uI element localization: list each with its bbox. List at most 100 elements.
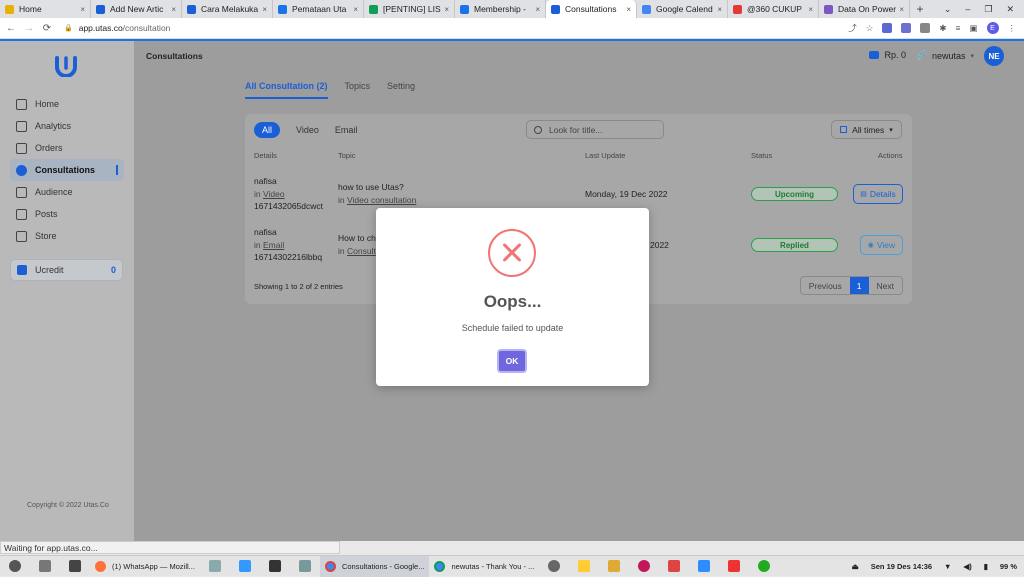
- column-header: Last Update: [585, 151, 626, 160]
- minimize-button[interactable]: –: [965, 4, 970, 14]
- details-button[interactable]: ▤ Details: [853, 184, 903, 204]
- extension-icon[interactable]: [882, 23, 893, 33]
- terminal-icon[interactable]: [268, 560, 281, 572]
- close-icon[interactable]: ×: [171, 5, 176, 14]
- browser-tab[interactable]: Cara Melakuka ×: [182, 0, 273, 18]
- close-icon[interactable]: ×: [535, 5, 540, 14]
- menu-kebab-icon[interactable]: ⋮: [1008, 23, 1017, 34]
- files-icon[interactable]: [69, 560, 81, 572]
- close-icon[interactable]: ×: [444, 5, 449, 14]
- sidebar-item-label: Home: [35, 99, 60, 109]
- bookmark-star-icon[interactable]: ☆: [866, 23, 874, 34]
- close-icon[interactable]: ×: [717, 5, 722, 14]
- search-input[interactable]: Look for title...: [526, 120, 664, 139]
- channel-link[interactable]: Email: [263, 240, 284, 250]
- text-editor-icon[interactable]: [578, 560, 591, 572]
- filter-all[interactable]: All: [254, 122, 281, 138]
- browser-tab[interactable]: @360 CUKUP ×: [728, 0, 819, 18]
- side-panel-icon[interactable]: ▣: [969, 23, 977, 34]
- sidebar-item-home[interactable]: Home: [10, 93, 124, 115]
- tab-topics[interactable]: Topics: [345, 81, 371, 99]
- taskbar-task-whatsapp[interactable]: (1) WhatsApp — Mozill...: [90, 556, 200, 577]
- sidebar-item-label: Consultations: [35, 165, 95, 175]
- wallet-balance[interactable]: Rp. 0: [869, 50, 906, 60]
- filter-email[interactable]: Email: [335, 125, 358, 135]
- app-icon[interactable]: [638, 560, 651, 572]
- close-icon[interactable]: ×: [80, 5, 85, 14]
- avatar[interactable]: NE: [984, 46, 1004, 66]
- anydesk-icon[interactable]: [728, 560, 741, 572]
- consultation-id: 1671432065dcwct: [254, 201, 324, 211]
- media-icon[interactable]: ≡: [956, 23, 961, 33]
- filter-video[interactable]: Video: [296, 125, 319, 135]
- new-tab-button[interactable]: +: [910, 0, 930, 18]
- clock[interactable]: Sen 19 Des 14:36: [871, 562, 932, 571]
- close-icon[interactable]: ×: [353, 5, 358, 14]
- taskbar-task-newutas[interactable]: newutas - Thank You - ...: [429, 556, 539, 577]
- topic-channel-link[interactable]: Video consultation: [347, 195, 416, 205]
- ok-button[interactable]: OK: [497, 349, 527, 373]
- apps-grid-icon[interactable]: [39, 560, 51, 572]
- headphones-icon[interactable]: [668, 560, 681, 572]
- battery-icon[interactable]: ▮: [984, 562, 988, 571]
- sidebar-item-store[interactable]: Store: [10, 225, 124, 247]
- user-menu[interactable]: 🔗 newutas ▾: [916, 50, 974, 61]
- sidebar-item-orders[interactable]: Orders: [10, 137, 124, 159]
- topic-channel-link[interactable]: Consult: [347, 246, 376, 256]
- browser-tab[interactable]: Google Calend ×: [637, 0, 728, 18]
- search-placeholder: Look for title...: [549, 124, 603, 135]
- url-field[interactable]: 🔒 app.utas.co/consultation: [64, 21, 848, 36]
- sidebar-item-consultations[interactable]: Consultations: [10, 159, 124, 181]
- time-filter-dropdown[interactable]: All times ▾: [831, 120, 902, 139]
- volume-icon[interactable]: ◀): [963, 562, 971, 571]
- back-icon[interactable]: ←: [4, 23, 18, 34]
- eject-icon[interactable]: ⏏: [852, 562, 859, 571]
- browser-tab[interactable]: Membership - ×: [455, 0, 546, 18]
- browser-tab[interactable]: Consultations ×: [546, 0, 637, 18]
- browser-tab[interactable]: Home ×: [0, 0, 91, 18]
- puzzle-icon[interactable]: ✱: [939, 23, 946, 34]
- zoom-icon[interactable]: [698, 560, 711, 572]
- extension-icon[interactable]: [920, 23, 931, 33]
- ucredit-card[interactable]: Ucredit 0: [10, 259, 123, 281]
- next-page-button[interactable]: Next: [869, 277, 902, 294]
- profile-avatar[interactable]: E: [986, 22, 999, 34]
- tab-setting[interactable]: Setting: [387, 81, 415, 99]
- sidebar-item-posts[interactable]: Posts: [10, 203, 124, 225]
- archive-icon[interactable]: [608, 560, 621, 572]
- maximize-button[interactable]: ❐: [984, 4, 992, 15]
- system-menu-icon[interactable]: [9, 560, 21, 572]
- screenshot-icon[interactable]: [238, 560, 251, 572]
- image-viewer-icon[interactable]: [298, 560, 311, 572]
- lock-icon[interactable]: 🔒: [64, 24, 73, 32]
- view-button[interactable]: ◉ View: [860, 235, 903, 255]
- close-icon[interactable]: ×: [808, 5, 813, 14]
- forward-icon[interactable]: →: [22, 23, 36, 34]
- close-icon[interactable]: ×: [262, 5, 267, 14]
- channel-link[interactable]: Video: [263, 189, 285, 199]
- close-icon[interactable]: ×: [899, 5, 904, 14]
- browser-tab[interactable]: Pemataan Uta ×: [273, 0, 364, 18]
- browser-tab[interactable]: Add New Artic ×: [91, 0, 182, 18]
- browser-tab[interactable]: Data On Power ×: [819, 0, 910, 18]
- sidebar-item-audience[interactable]: Audience: [10, 181, 124, 203]
- taskbar-task-consultations[interactable]: Consultations - Google...: [319, 555, 430, 577]
- file-manager-icon[interactable]: [208, 560, 221, 572]
- sidebar-item-analytics[interactable]: Analytics: [10, 115, 124, 137]
- wifi-icon[interactable]: ▼: [944, 562, 951, 571]
- browser-tab[interactable]: [PENTING] LIS ×: [364, 0, 455, 18]
- tab-all-consultation[interactable]: All Consultation (2): [245, 81, 328, 99]
- app-icon[interactable]: [758, 560, 771, 572]
- close-window-button[interactable]: ✕: [1006, 4, 1014, 15]
- reload-icon[interactable]: ⟳: [40, 23, 54, 34]
- tab-search-icon[interactable]: ⌄: [944, 4, 952, 15]
- extension-icon[interactable]: [901, 23, 912, 33]
- sidebar-item-label: Orders: [35, 143, 63, 153]
- page-1-button[interactable]: 1: [849, 277, 869, 294]
- previous-page-button[interactable]: Previous: [801, 277, 850, 294]
- last-update: 2022: [650, 240, 669, 250]
- error-x-icon: [488, 229, 536, 277]
- settings-icon[interactable]: [548, 560, 561, 572]
- share-icon[interactable]: ⤴: [848, 22, 857, 34]
- close-icon[interactable]: ×: [626, 5, 631, 14]
